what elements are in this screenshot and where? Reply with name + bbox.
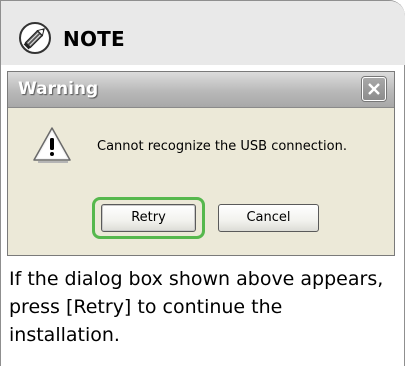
close-icon [368, 83, 380, 95]
note-title: NOTE [63, 27, 125, 51]
close-button[interactable] [362, 77, 386, 101]
note-box: NOTE Warning Cannot recognize the USB co… [0, 0, 405, 366]
pencil-icon [19, 22, 51, 54]
dialog-title: Warning [18, 79, 99, 99]
warning-dialog: Warning Cannot recognize the USB connect… [7, 71, 395, 256]
cancel-button[interactable]: Cancel [218, 204, 319, 232]
instruction-text: If the dialog box shown above appears, p… [9, 268, 384, 346]
dialog-titlebar[interactable]: Warning [8, 72, 394, 108]
retry-button[interactable]: Retry [101, 204, 196, 232]
dialog-message: Cannot recognize the USB connection. [97, 139, 347, 154]
note-header: NOTE [1, 1, 405, 65]
warning-icon [32, 125, 72, 163]
